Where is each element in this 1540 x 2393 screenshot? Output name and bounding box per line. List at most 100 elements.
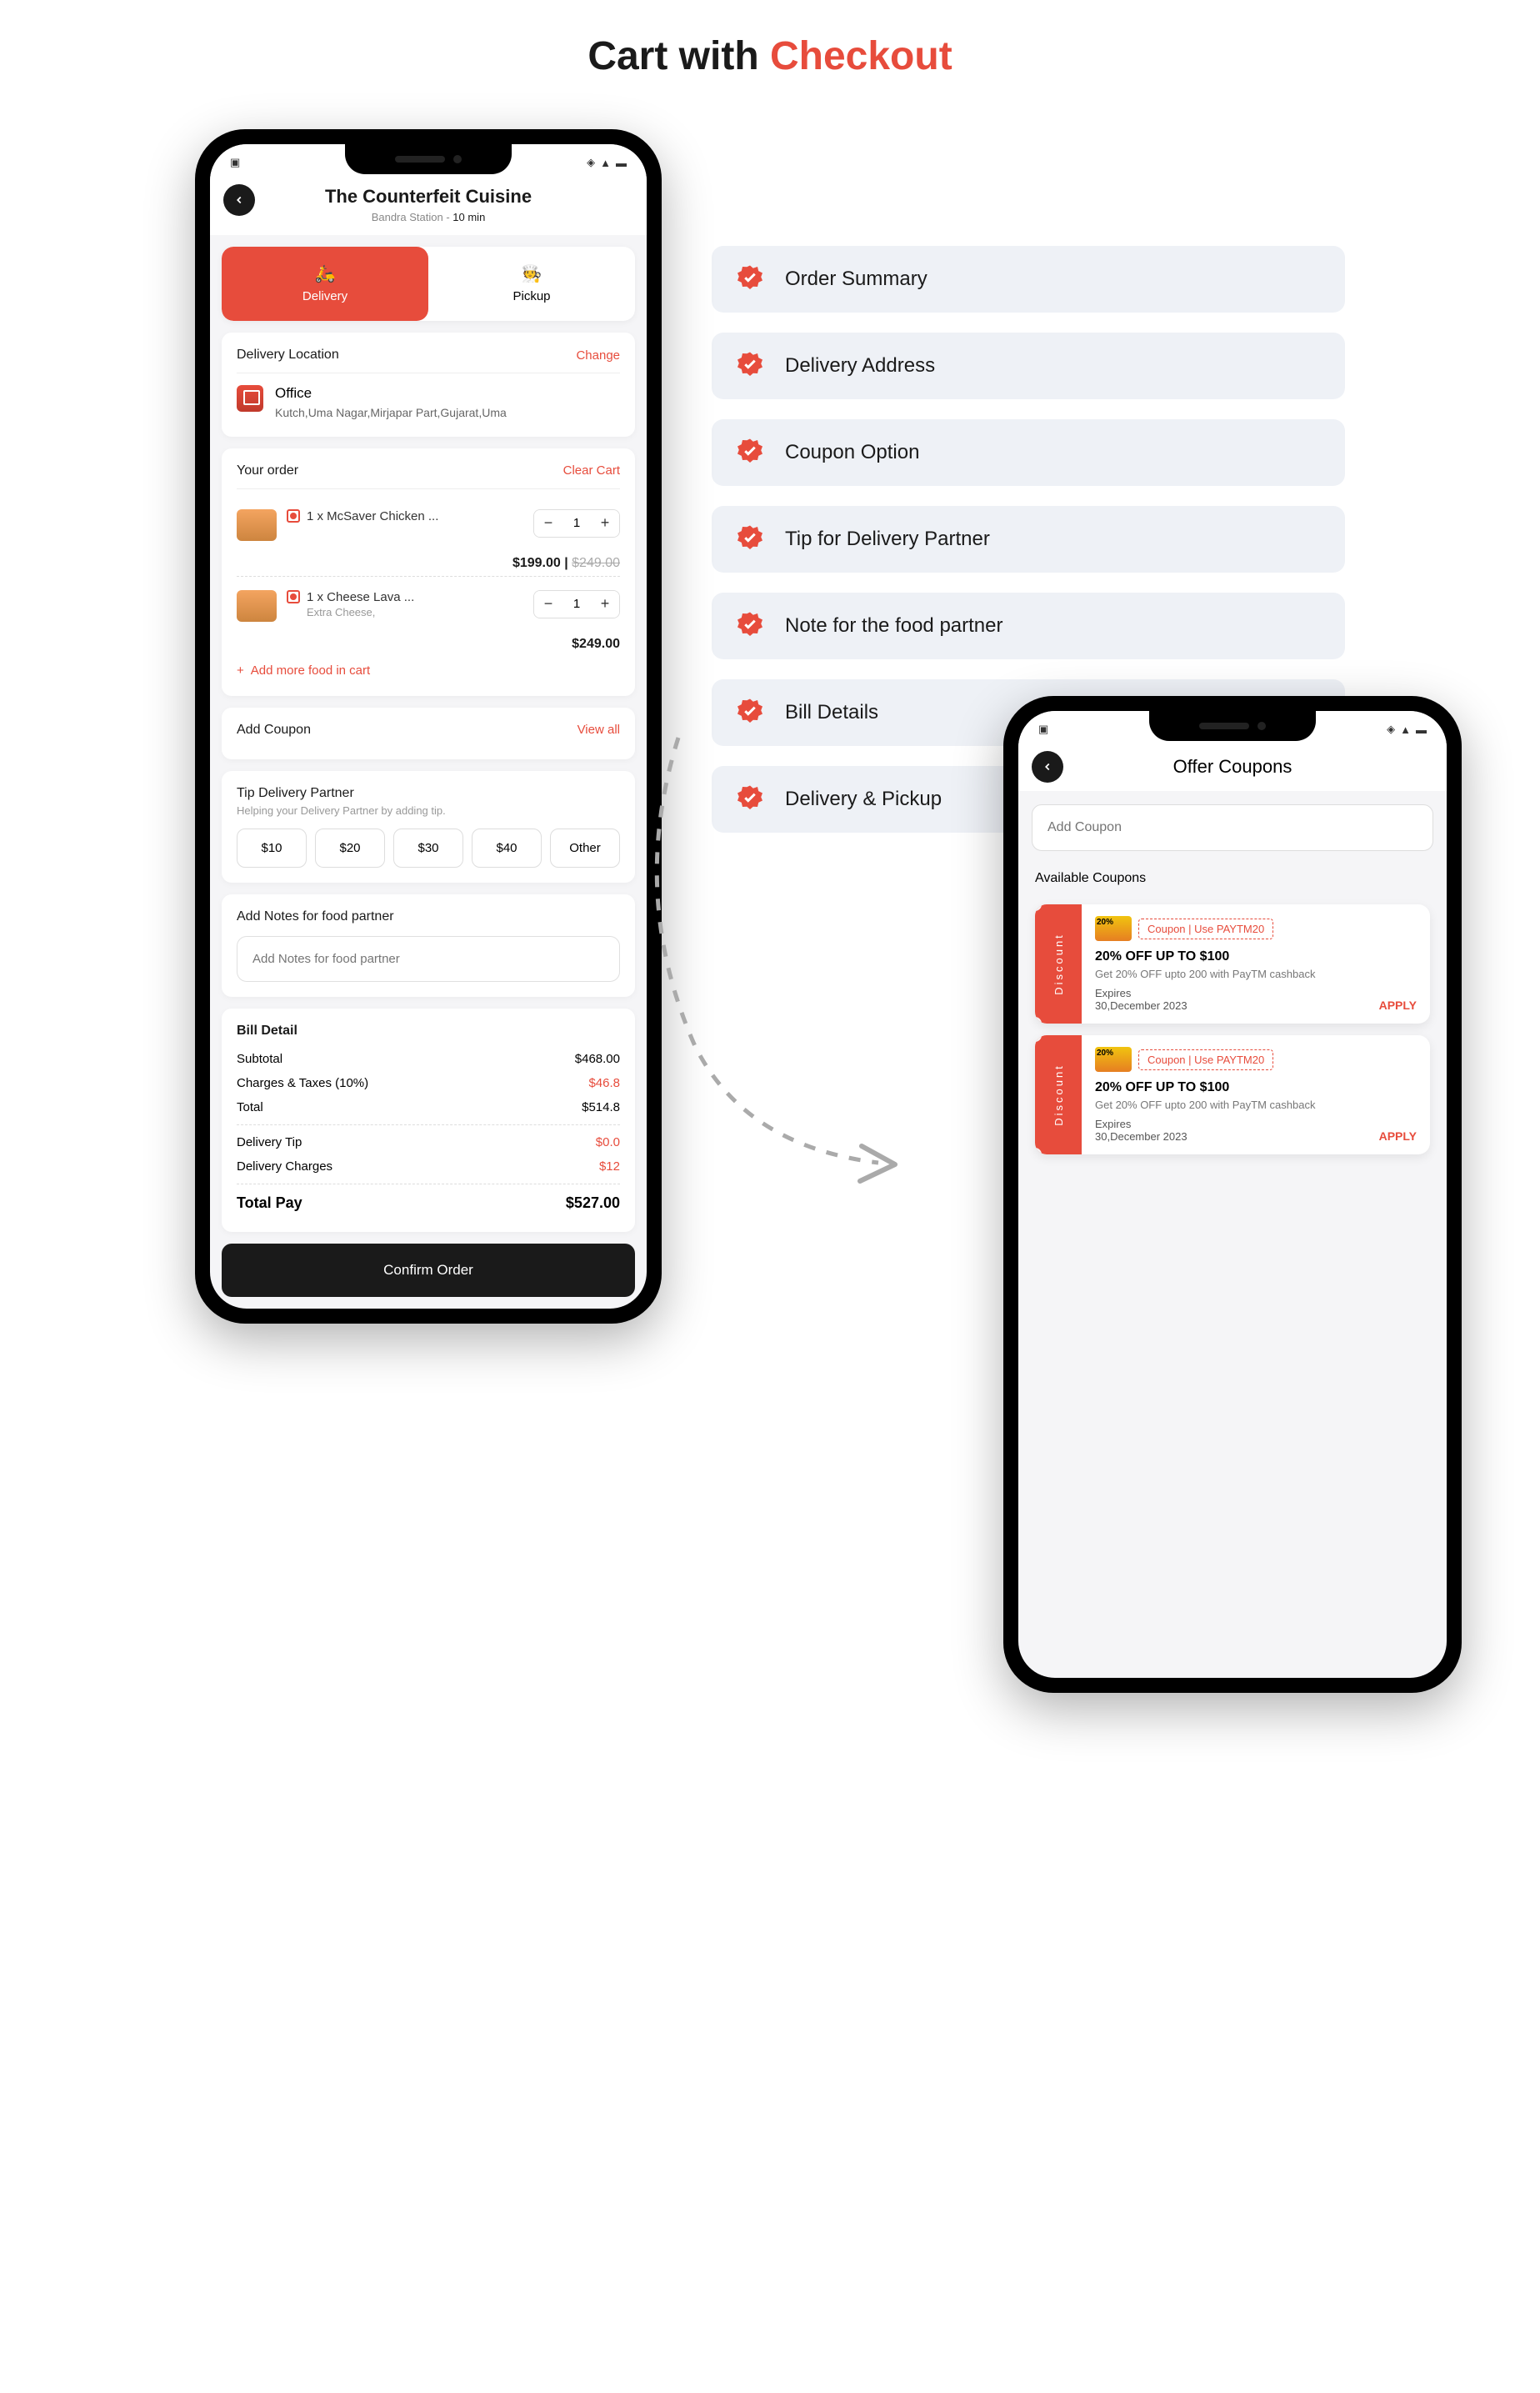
delivery-icon: 🛵 <box>238 263 412 284</box>
available-title: Available Coupons <box>1018 864 1447 893</box>
tab-pickup[interactable]: 🧑‍🍳 Pickup <box>428 247 635 321</box>
delivery-location-card: Delivery Location Change Office Kutch,Um… <box>222 333 635 437</box>
coupon-exp-label: Expires <box>1095 987 1417 999</box>
restaurant-name: The Counterfeit Cuisine <box>227 186 630 208</box>
feature-item: Tip for Delivery Partner <box>712 506 1345 573</box>
feature-label: Tip for Delivery Partner <box>785 528 990 551</box>
add-more-button[interactable]: + Add more food in cart <box>237 652 620 681</box>
feature-item: Coupon Option <box>712 419 1345 486</box>
confirm-order-button[interactable]: Confirm Order <box>222 1244 635 1297</box>
coupon-name: 20% OFF UP TO $100 <box>1095 949 1417 964</box>
bill-row: Charges & Taxes (10%)$46.8 <box>237 1071 620 1095</box>
pickup-icon: 🧑‍🍳 <box>445 263 618 284</box>
plus-icon: + <box>237 663 244 678</box>
coupon-side: Discount <box>1035 904 1082 1024</box>
feature-item: Order Summary <box>712 246 1345 313</box>
coupon-item[interactable]: Discount Coupon | Use PAYTM20 20% OFF UP… <box>1035 1035 1430 1154</box>
apply-coupon-button[interactable]: APPLY <box>1379 1129 1417 1143</box>
nonveg-icon <box>287 590 300 603</box>
check-badge-icon <box>735 438 765 468</box>
notes-input[interactable] <box>237 936 620 982</box>
feature-label: Note for the food partner <box>785 614 1003 638</box>
check-badge-icon <box>735 611 765 641</box>
tip-option[interactable]: $20 <box>315 829 385 868</box>
qty-plus-button[interactable]: + <box>591 591 619 618</box>
bill-row: Subtotal$468.00 <box>237 1047 620 1071</box>
order-item: 1 x Cheese Lava ... Extra Cheese, − 1 + <box>237 582 620 630</box>
item-name: 1 x Cheese Lava ... <box>307 590 523 604</box>
check-badge-icon <box>735 264 765 294</box>
item-name: 1 x McSaver Chicken ... <box>307 509 523 523</box>
bill-row: Delivery Charges$12 <box>237 1154 620 1179</box>
tab-delivery[interactable]: 🛵 Delivery <box>222 247 428 321</box>
total-pay-label: Total Pay <box>237 1194 302 1212</box>
back-button[interactable] <box>223 184 255 216</box>
tip-title: Tip Delivery Partner <box>237 786 620 801</box>
qty-value: 1 <box>562 516 591 530</box>
coupon-image <box>1095 916 1132 941</box>
location-address: Kutch,Uma Nagar,Mirjapar Part,Gujarat,Um… <box>275 405 507 422</box>
qty-minus-button[interactable]: − <box>534 591 562 618</box>
nonveg-icon <box>287 509 300 523</box>
back-button[interactable] <box>1032 751 1063 783</box>
check-badge-icon <box>735 784 765 814</box>
total-pay-value: $527.00 <box>566 1194 620 1212</box>
tip-subtitle: Helping your Delivery Partner by adding … <box>237 804 620 817</box>
qty-value: 1 <box>562 597 591 611</box>
order-item: 1 x McSaver Chicken ... − 1 + <box>237 501 620 549</box>
feature-label: Order Summary <box>785 268 928 291</box>
notes-card: Add Notes for food partner <box>222 894 635 997</box>
coupon-exp: 30,December 2023 <box>1095 999 1417 1012</box>
coupon-side: Discount <box>1035 1035 1082 1154</box>
food-image <box>237 590 277 622</box>
order-title: Your order <box>237 463 298 478</box>
tip-option[interactable]: $10 <box>237 829 307 868</box>
coupon-input[interactable] <box>1048 820 1418 835</box>
tip-option[interactable]: Other <box>550 829 620 868</box>
qty-minus-button[interactable]: − <box>534 510 562 537</box>
coupon-name: 20% OFF UP TO $100 <box>1095 1080 1417 1095</box>
clear-cart-button[interactable]: Clear Cart <box>563 463 620 478</box>
bill-card: Bill Detail Subtotal$468.00Charges & Tax… <box>222 1009 635 1232</box>
bill-row: Delivery Tip$0.0 <box>237 1130 620 1154</box>
coupon-item[interactable]: Discount Coupon | Use PAYTM20 20% OFF UP… <box>1035 904 1430 1024</box>
check-badge-icon <box>735 351 765 381</box>
feature-label: Delivery & Pickup <box>785 788 942 811</box>
tip-option[interactable]: $40 <box>472 829 542 868</box>
change-location-button[interactable]: Change <box>576 348 620 363</box>
bill-title: Bill Detail <box>237 1024 620 1039</box>
apply-coupon-button[interactable]: APPLY <box>1379 999 1417 1012</box>
fulfillment-tabs: 🛵 Delivery 🧑‍🍳 Pickup <box>222 247 635 321</box>
tip-option[interactable]: $30 <box>393 829 463 868</box>
check-badge-icon <box>735 524 765 554</box>
coupon-exp: 30,December 2023 <box>1095 1130 1417 1143</box>
quantity-stepper[interactable]: − 1 + <box>533 590 620 618</box>
bill-row: Total$514.8 <box>237 1095 620 1119</box>
feature-item: Delivery Address <box>712 333 1345 399</box>
feature-label: Bill Details <box>785 701 878 724</box>
coupons-title: Offer Coupons <box>1035 756 1430 778</box>
item-extra: Extra Cheese, <box>307 606 523 618</box>
coupon-card[interactable]: Add Coupon View all <box>222 708 635 759</box>
coupon-desc: Get 20% OFF upto 200 with PayTM cashback <box>1095 968 1417 980</box>
coupon-title: Add Coupon <box>237 723 311 738</box>
status-left-icon: ▣ <box>230 156 240 169</box>
feature-label: Delivery Address <box>785 354 935 378</box>
food-image <box>237 509 277 541</box>
quantity-stepper[interactable]: − 1 + <box>533 509 620 538</box>
item-price: $199.00 | $249.00 <box>237 556 620 571</box>
coupon-exp-label: Expires <box>1095 1118 1417 1130</box>
page-title: Cart with Checkout <box>17 33 1523 79</box>
coupon-input-wrapper[interactable] <box>1032 804 1433 851</box>
coupon-phone: ▣◈▲▬ Offer Coupons Available Coupons Dis… <box>1003 696 1462 1693</box>
location-name: Office <box>275 385 507 402</box>
feature-item: Note for the food partner <box>712 593 1345 659</box>
qty-plus-button[interactable]: + <box>591 510 619 537</box>
cart-phone: ▣ ◈▲▬ The Counterfeit Cuisine Bandra Sta… <box>195 129 662 1324</box>
view-all-coupons-button[interactable]: View all <box>578 723 620 737</box>
tip-card: Tip Delivery Partner Helping your Delive… <box>222 771 635 883</box>
feature-label: Coupon Option <box>785 441 919 464</box>
item-price: $249.00 <box>237 637 620 652</box>
notes-title: Add Notes for food partner <box>237 909 620 924</box>
order-card: Your order Clear Cart 1 x McSaver Chicke… <box>222 448 635 696</box>
